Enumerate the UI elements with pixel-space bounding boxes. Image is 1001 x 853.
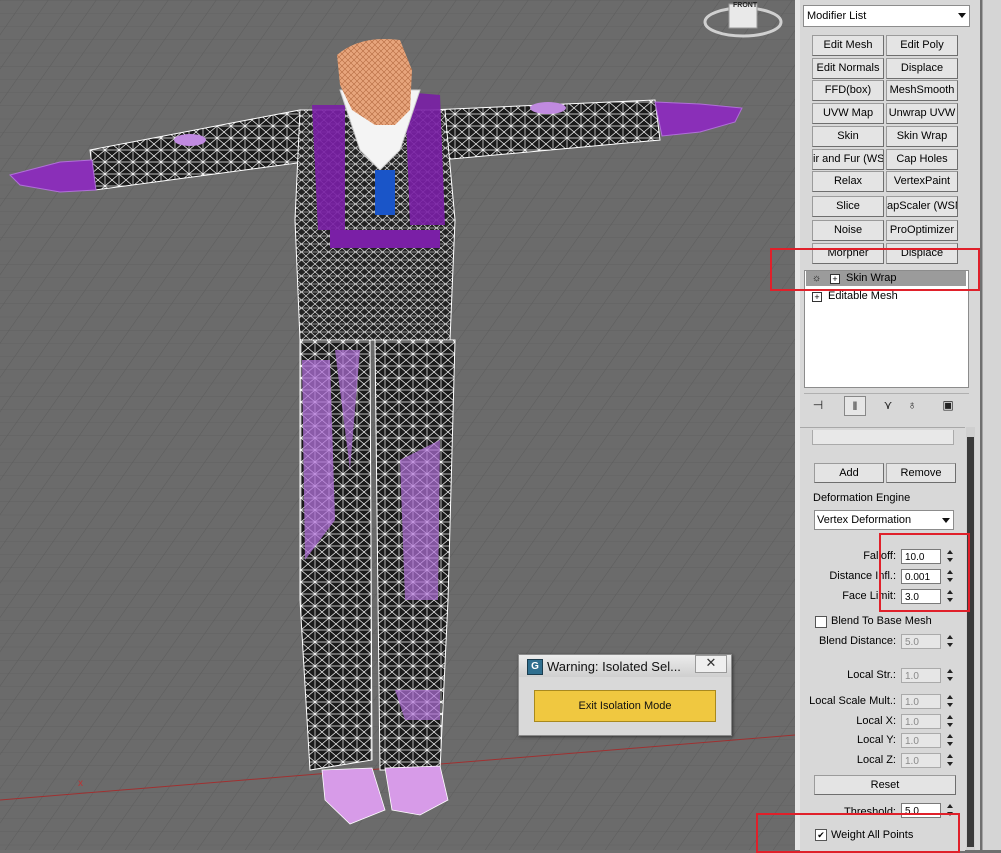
- blend-to-base-label: Blend To Base Mesh: [831, 615, 932, 627]
- modifier-button[interactable]: ProOptimizer: [886, 220, 958, 241]
- pin-stack-icon[interactable]: ⊣: [808, 396, 828, 414]
- highlight-box-weight-all: [756, 813, 960, 853]
- highlight-box-spinners: [879, 533, 970, 612]
- local-scale-mult-spinner[interactable]: 1.0: [901, 694, 941, 709]
- local-z-spinner[interactable]: 1.0: [901, 753, 941, 768]
- modifier-button[interactable]: Edit Normals: [812, 58, 884, 79]
- scrollbar-thumb[interactable]: [967, 437, 974, 847]
- remove-button[interactable]: Remove: [886, 463, 956, 483]
- chevron-down-icon: [942, 518, 950, 523]
- modifier-list-label: Modifier List: [807, 10, 867, 22]
- modifier-button[interactable]: VertexPaint: [886, 171, 958, 192]
- modifier-button[interactable]: Relax: [812, 171, 884, 192]
- make-unique-icon[interactable]: ⋎: [878, 396, 898, 414]
- viewcube-front-label: FRONT: [733, 2, 758, 9]
- local-y-label: Local Y:: [857, 734, 896, 746]
- stack-toolbar: ⊣ ‖ ⋎ ♁ ▣: [804, 393, 969, 418]
- object-list-box[interactable]: [812, 430, 954, 445]
- highlight-box-stack: [770, 248, 980, 291]
- app-logo-icon: G: [527, 659, 543, 675]
- adjacent-panel-edge: [982, 0, 1001, 850]
- rollout-scrollbar[interactable]: [966, 427, 975, 850]
- add-button[interactable]: Add: [814, 463, 884, 483]
- blend-distance-spinner[interactable]: 5.0: [901, 634, 941, 649]
- spinner-arrows-icon[interactable]: [946, 753, 955, 768]
- modifier-button[interactable]: MeshSmooth: [886, 80, 958, 101]
- local-str-label: Local Str.:: [847, 669, 896, 681]
- deformation-engine-value: Vertex Deformation: [817, 514, 912, 526]
- local-y-spinner[interactable]: 1.0: [901, 733, 941, 748]
- configure-modifier-sets-icon[interactable]: ▣: [938, 396, 958, 414]
- modifier-button[interactable]: Cap Holes: [886, 149, 958, 170]
- modifier-list-dropdown[interactable]: Modifier List: [803, 5, 970, 27]
- local-str-spinner[interactable]: 1.0: [901, 668, 941, 683]
- remove-modifier-icon[interactable]: ♁: [902, 396, 922, 414]
- exit-isolation-mode-button[interactable]: Exit Isolation Mode: [534, 690, 716, 722]
- deformation-engine-label: Deformation Engine: [813, 492, 911, 504]
- modifier-button[interactable]: Noise: [812, 220, 884, 241]
- spinner-arrows-icon[interactable]: [946, 694, 955, 709]
- perspective-viewport[interactable]: FRONT x G Warning: Isolated Sel... ✕ Exi…: [0, 0, 795, 850]
- deformation-engine-dropdown[interactable]: Vertex Deformation: [814, 510, 954, 530]
- spinner-arrows-icon[interactable]: [946, 634, 955, 649]
- modifier-button[interactable]: Edit Poly: [886, 35, 958, 56]
- local-x-label: Local X:: [856, 715, 896, 727]
- show-end-result-icon[interactable]: ‖: [844, 396, 866, 416]
- dialog-close-button[interactable]: ✕: [695, 655, 727, 673]
- axis-x-label: x: [78, 778, 83, 789]
- blend-to-base-checkbox[interactable]: [815, 616, 827, 628]
- stack-item-label: Editable Mesh: [828, 290, 898, 302]
- spinner-arrows-icon[interactable]: [946, 668, 955, 683]
- spinner-arrows-icon[interactable]: [946, 714, 955, 729]
- isolation-warning-dialog: G Warning: Isolated Sel... ✕ Exit Isolat…: [518, 654, 732, 736]
- expand-plus-icon[interactable]: +: [812, 292, 822, 302]
- blend-distance-label: Blend Distance:: [818, 635, 896, 647]
- modifier-button[interactable]: Skin Wrap: [886, 126, 958, 147]
- modifier-button[interactable]: FFD(box): [812, 80, 884, 101]
- modifier-button[interactable]: apScaler (WSM: [886, 196, 958, 217]
- dialog-title: Warning: Isolated Sel...: [547, 659, 681, 674]
- modifier-button[interactable]: Displace: [886, 58, 958, 79]
- modifier-button[interactable]: Skin: [812, 126, 884, 147]
- local-x-spinner[interactable]: 1.0: [901, 714, 941, 729]
- spinner-arrows-icon[interactable]: [946, 733, 955, 748]
- modifier-button[interactable]: Slice: [812, 196, 884, 217]
- skin-wrap-parameters-rollout: Add Remove Deformation Engine Vertex Def…: [800, 427, 965, 851]
- modifier-button[interactable]: ir and Fur (WS: [812, 149, 884, 170]
- stack-item-editable-mesh[interactable]: + Editable Mesh: [806, 289, 966, 304]
- dialog-titlebar[interactable]: G Warning: Isolated Sel... ✕: [519, 655, 731, 677]
- command-panel-modify: Modifier List Edit Mesh Edit Poly Edit Nor…: [800, 0, 980, 851]
- modifier-button[interactable]: UVW Map: [812, 103, 884, 124]
- modifier-button[interactable]: Unwrap UVW: [886, 103, 958, 124]
- local-scale-mult-label: Local Scale Mult.:: [809, 695, 896, 707]
- local-z-label: Local Z:: [856, 754, 896, 766]
- reset-button[interactable]: Reset: [814, 775, 956, 795]
- modifier-button[interactable]: Edit Mesh: [812, 35, 884, 56]
- chevron-down-icon: [958, 13, 966, 18]
